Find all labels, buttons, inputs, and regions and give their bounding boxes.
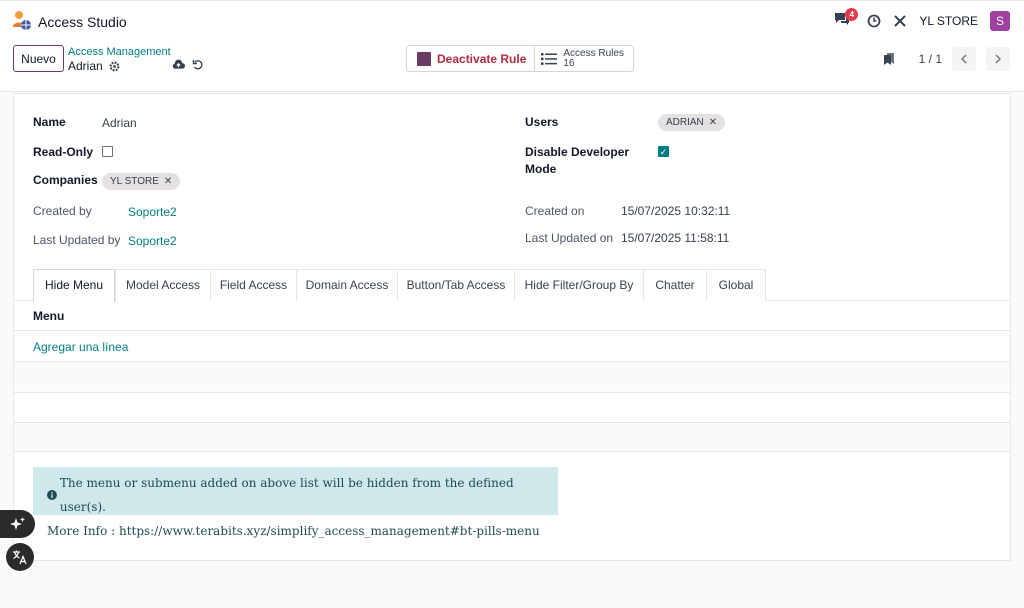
disable-dev-mode-label-line1: Disable Developer: [525, 145, 630, 159]
form-sheet: Name Adrian Read-Only Companies YL STORE…: [13, 93, 1011, 561]
app-title[interactable]: Access Studio: [38, 14, 127, 30]
pager-value[interactable]: 1 / 1: [919, 52, 942, 66]
access-rules-label: Access Rules: [563, 47, 624, 59]
message-count-badge: 4: [845, 8, 859, 21]
remove-tag-icon[interactable]: ✕: [709, 114, 717, 131]
control-panel: Nuevo Access Management Adrian Deactivat…: [0, 40, 1024, 92]
info-text-line-1: The menu or submenu added on above list …: [59, 476, 514, 514]
company-switcher[interactable]: YL STORE: [919, 14, 978, 28]
chevron-right-icon: [995, 54, 1001, 64]
app-logo-icon[interactable]: [12, 10, 32, 32]
access-rules-count: 16: [563, 57, 575, 69]
created-on-value: 15/07/2025 10:32:11: [621, 204, 731, 218]
pager-previous-button[interactable]: [952, 47, 976, 71]
info-text-line-2[interactable]: More Info : https://www.terabits.xyz/sim…: [47, 519, 558, 543]
name-label: Name: [33, 115, 66, 129]
disable-dev-mode-checkbox[interactable]: ✓: [658, 146, 669, 157]
last-updated-on-label: Last Updated on: [525, 231, 614, 245]
tab-domain-access[interactable]: Domain Access: [296, 269, 398, 301]
created-by-label: Created by: [33, 204, 92, 218]
tab-hide-menu[interactable]: Hide Menu: [33, 269, 115, 302]
cloud-upload-icon[interactable]: [172, 59, 185, 70]
bookmark-icon[interactable]: [883, 52, 895, 66]
chevron-left-icon: [961, 54, 967, 64]
top-navbar: Access Studio 4 YL STORE S: [0, 0, 1024, 40]
smart-buttons: Deactivate Rule Access Rules 16: [406, 45, 634, 72]
navbar-systray: 4 YL STORE S: [833, 8, 1010, 32]
deactivate-icon: [417, 51, 431, 66]
tab-hide-filter-group-by[interactable]: Hide Filter/Group By: [514, 269, 644, 301]
name-field[interactable]: Adrian: [102, 116, 137, 130]
add-line-link[interactable]: Agregar una línea: [33, 340, 128, 354]
last-updated-by-label: Last Updated by: [33, 233, 121, 247]
pager-next-button[interactable]: [986, 47, 1010, 71]
company-tag-label: YL STORE: [110, 176, 159, 187]
last-updated-on-value: 15/07/2025 11:58:11: [621, 231, 730, 245]
deactivate-rule-button[interactable]: Deactivate Rule: [407, 46, 536, 71]
deactivate-label: Deactivate Rule: [437, 51, 527, 66]
user-tag-label: ADRIAN: [666, 117, 704, 128]
new-button[interactable]: Nuevo: [13, 45, 64, 72]
sparkle-icon: [9, 517, 25, 530]
clock-icon[interactable]: [867, 14, 881, 28]
gear-icon[interactable]: [109, 61, 120, 72]
disable-dev-mode-label-line2: Mode: [525, 162, 557, 176]
table-row: [14, 422, 1010, 452]
readonly-label: Read-Only: [33, 145, 94, 159]
table-row: [14, 361, 1010, 391]
tab-button-tab-access[interactable]: Button/Tab Access: [397, 269, 515, 301]
remove-tag-icon[interactable]: ✕: [164, 173, 172, 190]
column-header-menu[interactable]: Menu: [33, 309, 64, 323]
pager-area: 1 / 1: [883, 47, 1010, 71]
tab-chatter[interactable]: Chatter: [643, 269, 707, 301]
company-tag[interactable]: YL STORE ✕: [102, 173, 181, 190]
user-avatar[interactable]: S: [990, 11, 1010, 31]
access-rules-text: Access Rules 16: [563, 47, 624, 69]
breadcrumb-current: Adrian: [68, 59, 120, 73]
user-tag[interactable]: ADRIAN ✕: [658, 114, 726, 131]
breadcrumb-parent[interactable]: Access Management: [68, 46, 171, 58]
info-icon: [47, 490, 57, 500]
last-updated-by-link[interactable]: Soporte2: [128, 234, 177, 248]
created-by-link[interactable]: Soporte2: [128, 205, 177, 219]
notebook-tabs: Hide Menu Model Access Field Access Doma…: [14, 269, 1010, 302]
tools-icon[interactable]: [893, 14, 907, 28]
table-row: [14, 392, 1010, 422]
users-label: Users: [525, 115, 559, 129]
tab-model-access[interactable]: Model Access: [115, 269, 211, 301]
undo-icon[interactable]: [192, 59, 204, 71]
created-on-label: Created on: [525, 204, 585, 218]
translate-icon: [13, 550, 27, 565]
record-title: Adrian: [68, 59, 103, 73]
tab-field-access[interactable]: Field Access: [210, 269, 297, 301]
info-alert: The menu or submenu added on above list …: [33, 467, 558, 538]
ai-assistant-button[interactable]: [0, 510, 35, 538]
access-rules-button[interactable]: Access Rules 16: [535, 46, 633, 71]
table-header: Menu: [14, 301, 1010, 331]
readonly-checkbox[interactable]: [102, 146, 113, 157]
companies-label: Companies: [33, 173, 98, 187]
list-icon: [541, 52, 558, 65]
info-line-1: The menu or submenu added on above list …: [47, 471, 558, 519]
messages-button[interactable]: 4: [833, 8, 859, 31]
tab-global[interactable]: Global: [706, 269, 766, 301]
translate-button[interactable]: [6, 543, 34, 571]
